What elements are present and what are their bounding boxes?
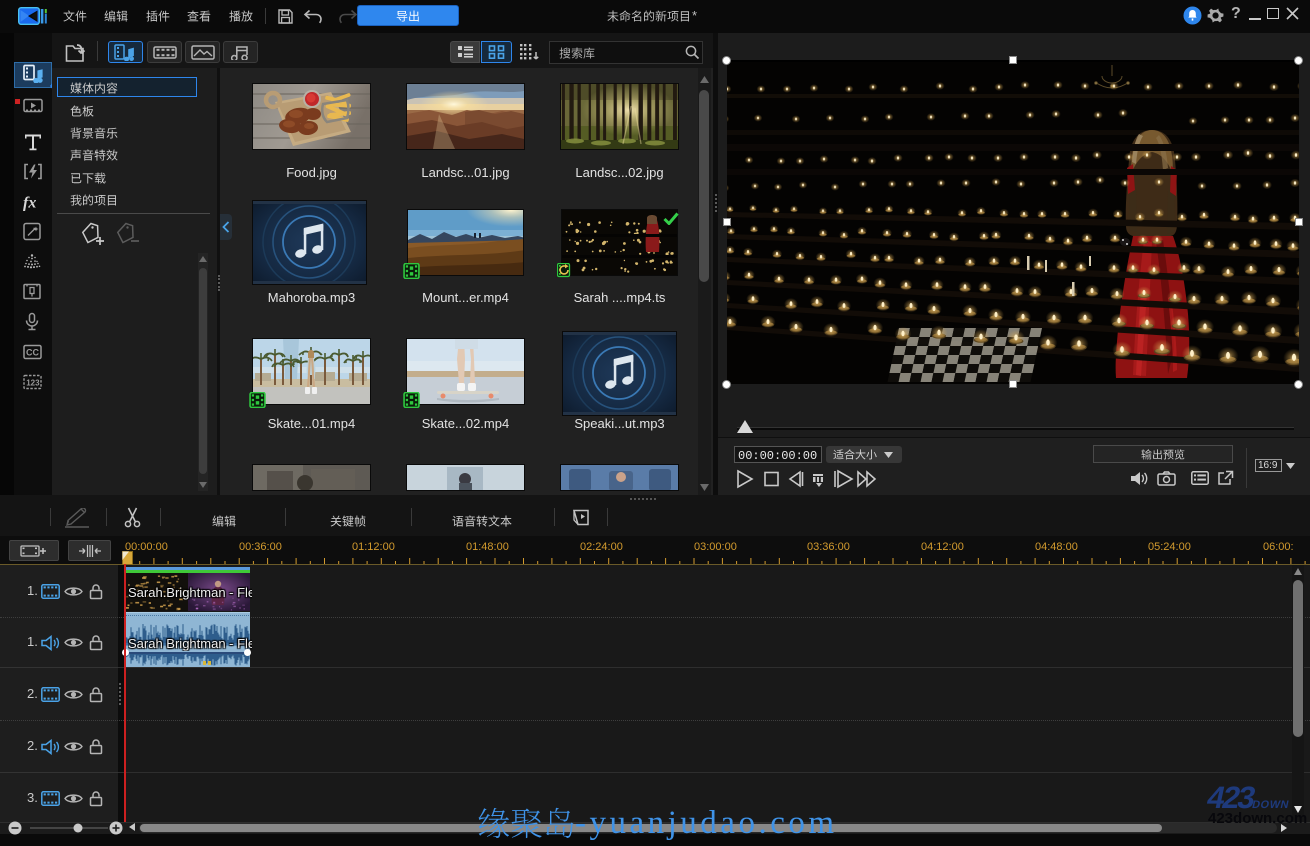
svg-text:423down.com: 423down.com <box>1208 810 1307 826</box>
svg-text:123: 123 <box>26 378 40 387</box>
svg-text:CC: CC <box>26 348 39 358</box>
svg-text:fx: fx <box>23 195 36 212</box>
